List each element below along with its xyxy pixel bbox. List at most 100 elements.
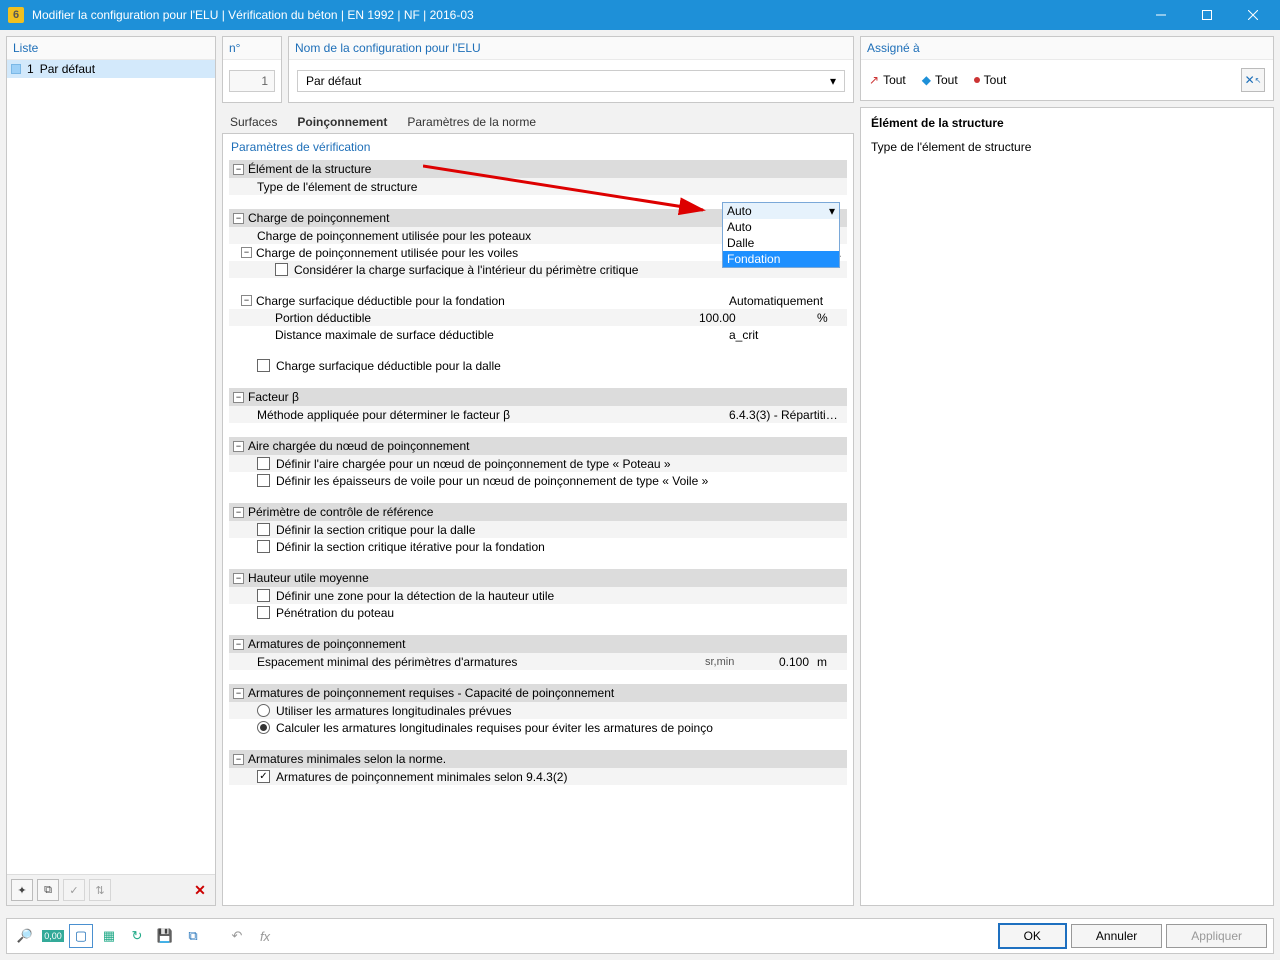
liste-item-color-icon: [11, 64, 21, 74]
combo-option-dalle[interactable]: Dalle: [723, 235, 839, 251]
collapse-icon[interactable]: −: [233, 507, 244, 518]
group-perimetre[interactable]: −Périmètre de contrôle de référence: [229, 503, 847, 521]
collapse-icon[interactable]: −: [241, 295, 252, 306]
unit-espacement: m: [817, 655, 847, 669]
checkbox-aire-voile[interactable]: [257, 474, 270, 487]
label-espacement: Espacement minimal des périmètres d'arma…: [257, 655, 705, 669]
apply-button[interactable]: Appliquer: [1166, 924, 1267, 948]
group-element-structure[interactable]: −Élément de la structure: [229, 160, 847, 178]
nom-header: Nom de la configuration pour l'ELU: [289, 37, 853, 60]
liste-action3-button[interactable]: ✓: [63, 879, 85, 901]
collapse-icon[interactable]: −: [233, 213, 244, 224]
assign-pick-button[interactable]: ✕↖: [1241, 68, 1265, 92]
value-espacement[interactable]: 0.100: [757, 655, 817, 669]
radio-utiliser-prevues[interactable]: [257, 704, 270, 717]
toolbar-fx-button[interactable]: fx: [253, 924, 277, 948]
checkbox-surf-dalle[interactable]: [257, 359, 270, 372]
nom-select[interactable]: Par défaut ▾: [297, 70, 845, 92]
collapse-icon[interactable]: −: [233, 639, 244, 650]
num-field: [229, 70, 275, 92]
liste-item-num: 1: [27, 62, 34, 76]
liste-header: Liste: [7, 37, 215, 60]
collapse-icon[interactable]: −: [233, 688, 244, 699]
toolbar-undo-button[interactable]: ↶: [225, 924, 249, 948]
checkbox-section-fondation[interactable]: [257, 540, 270, 553]
toolbar-filter-button[interactable]: ▦: [97, 924, 121, 948]
tab-poinconnement[interactable]: Poinçonnement: [295, 111, 389, 133]
label-methode-b: Méthode appliquée pour déterminer le fac…: [257, 408, 729, 422]
toolbar-refresh-button[interactable]: ↻: [125, 924, 149, 948]
toolbar-copy-button[interactable]: ⧉: [181, 924, 205, 948]
label-zone-hauteur: Définir une zone pour la détection de la…: [276, 589, 554, 603]
checkbox-aire-poteau[interactable]: [257, 457, 270, 470]
label-penetration: Pénétration du poteau: [276, 606, 394, 620]
toolbar-units-button[interactable]: 0,00: [41, 924, 65, 948]
toolbar-help-button[interactable]: 🔎: [13, 924, 37, 948]
liste-action4-button[interactable]: ⇅: [89, 879, 111, 901]
label-arm-min: Armatures de poinçonnement minimales sel…: [276, 770, 567, 784]
tabs-row: Surfaces Poinçonnement Paramètres de la …: [222, 103, 854, 133]
combo-option-fondation[interactable]: Fondation: [723, 251, 839, 267]
cancel-button[interactable]: Annuler: [1071, 924, 1162, 948]
assign-panel: Assigné à ↗Tout ◆Tout Tout ✕↖: [860, 36, 1274, 101]
label-type-element: Type de l'élement de structure: [257, 180, 847, 194]
collapse-icon[interactable]: −: [233, 392, 244, 403]
value-distance-max[interactable]: a_crit: [729, 328, 847, 342]
group-armatures-requises[interactable]: −Armatures de poinçonnement requises - C…: [229, 684, 847, 702]
info-text: Type de l'élement de structure: [871, 140, 1263, 154]
checkbox-arm-min[interactable]: ✓: [257, 770, 270, 783]
marker-icon: ↗: [869, 73, 879, 87]
assign-all-2[interactable]: ◆Tout: [922, 73, 958, 87]
checkbox-zone-hauteur[interactable]: [257, 589, 270, 602]
group-hauteur[interactable]: −Hauteur utile moyenne: [229, 569, 847, 587]
liste-delete-button[interactable]: ✕: [189, 879, 211, 901]
tab-surfaces[interactable]: Surfaces: [228, 111, 279, 133]
tab-parametres-norme[interactable]: Paramètres de la norme: [405, 111, 538, 133]
label-portion: Portion déductible: [275, 311, 699, 325]
liste-copy-button[interactable]: ⧉: [37, 879, 59, 901]
value-methode-b[interactable]: 6.4.3(3) - Répartition...: [729, 408, 847, 422]
info-panel: Élément de la structure Type de l'élemen…: [860, 107, 1274, 906]
maximize-button[interactable]: [1184, 0, 1230, 30]
params-panel: Paramètres de vérification −Élément de l…: [222, 133, 854, 906]
group-armatures[interactable]: −Armatures de poinçonnement: [229, 635, 847, 653]
checkbox-section-dalle[interactable]: [257, 523, 270, 536]
liste-new-button[interactable]: ✦: [11, 879, 33, 901]
collapse-icon[interactable]: −: [233, 441, 244, 452]
group-aire-chargee[interactable]: −Aire chargée du nœud de poinçonnement: [229, 437, 847, 455]
label-section-dalle: Définir la section critique pour la dall…: [276, 523, 475, 537]
toolbar-view-button[interactable]: ▢: [69, 924, 93, 948]
info-heading: Élément de la structure: [871, 116, 1263, 130]
minimize-button[interactable]: [1138, 0, 1184, 30]
group-facteur-b[interactable]: −Facteur β: [229, 388, 847, 406]
liste-item-1[interactable]: 1 Par défaut: [7, 60, 215, 78]
liste-panel: Liste 1 Par défaut ✦ ⧉ ✓ ⇅ ✕: [6, 36, 216, 906]
combo-option-auto[interactable]: Auto: [723, 219, 839, 235]
toolbar-save-button[interactable]: 💾: [153, 924, 177, 948]
dot-icon: [974, 77, 980, 83]
collapse-icon[interactable]: −: [233, 164, 244, 175]
checkbox-penetration[interactable]: [257, 606, 270, 619]
type-element-combo[interactable]: Auto▾ Auto Dalle Fondation: [722, 202, 840, 268]
collapse-icon[interactable]: −: [241, 247, 252, 258]
label-surf-dalle: Charge surfacique déductible pour la dal…: [276, 359, 501, 373]
app-icon: 6: [8, 7, 24, 23]
num-header: n°: [223, 37, 281, 60]
group-armatures-min[interactable]: −Armatures minimales selon la norme.: [229, 750, 847, 768]
label-aire-poteau: Définir l'aire chargée pour un nœud de p…: [276, 457, 671, 471]
value-portion[interactable]: 100.00: [699, 311, 817, 325]
nom-panel: Nom de la configuration pour l'ELU Par d…: [288, 36, 854, 103]
assign-all-3[interactable]: Tout: [974, 73, 1007, 87]
label-utiliser-prevues: Utiliser les armatures longitudinales pr…: [276, 704, 511, 718]
collapse-icon[interactable]: −: [233, 754, 244, 765]
checkbox-considerer-charge[interactable]: [275, 263, 288, 276]
titlebar: 6 Modifier la configuration pour l'ELU |…: [0, 0, 1280, 30]
assign-all-1[interactable]: ↗Tout: [869, 73, 906, 87]
ok-button[interactable]: OK: [998, 923, 1067, 949]
radio-calculer-requises[interactable]: [257, 721, 270, 734]
value-surf-fond[interactable]: Automatiquement: [729, 294, 847, 308]
params-title: Paramètres de vérification: [223, 134, 853, 160]
collapse-icon[interactable]: −: [233, 573, 244, 584]
close-button[interactable]: [1230, 0, 1276, 30]
liste-body[interactable]: 1 Par défaut: [7, 60, 215, 874]
